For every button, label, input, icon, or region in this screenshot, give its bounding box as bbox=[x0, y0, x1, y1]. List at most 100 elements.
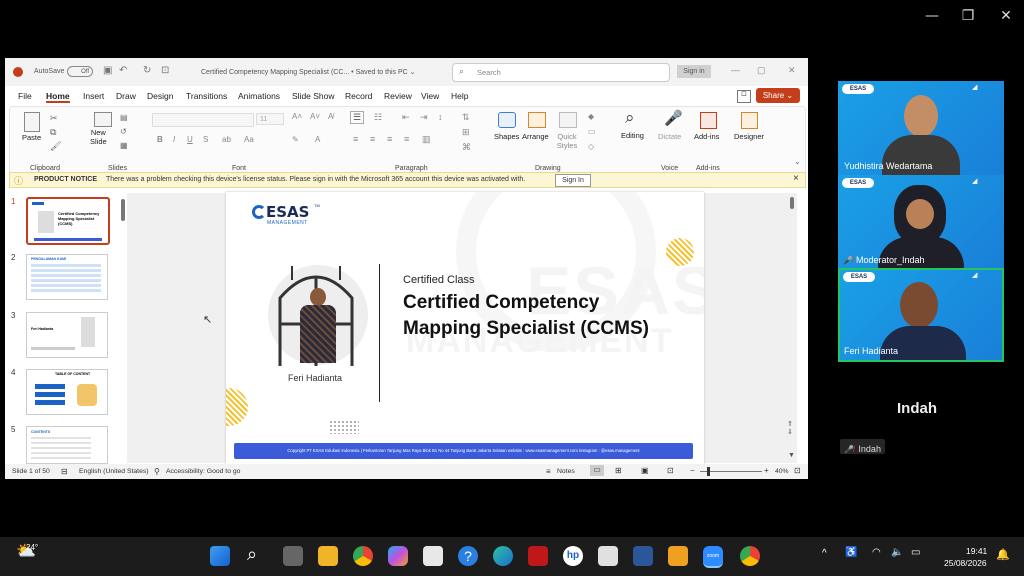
redo-icon[interactable]: ↻ bbox=[143, 65, 151, 76]
share-button[interactable]: Share ⌄ bbox=[756, 88, 800, 103]
hp-icon[interactable]: hp bbox=[563, 546, 583, 566]
bold-icon[interactable]: B bbox=[157, 135, 163, 144]
menu-draw[interactable]: Draw bbox=[116, 91, 136, 101]
accessibility-tray-icon[interactable]: ♿ bbox=[845, 547, 857, 558]
notice-signin-button[interactable]: Sign In bbox=[555, 174, 591, 187]
menu-insert[interactable]: Insert bbox=[83, 91, 104, 101]
quick-styles-icon[interactable] bbox=[559, 112, 577, 128]
underline-icon[interactable]: U bbox=[187, 135, 193, 144]
indent-icon[interactable]: ⇤ bbox=[402, 112, 410, 123]
zoom-slider-thumb[interactable] bbox=[707, 467, 710, 476]
chevron-up-icon[interactable]: ^ bbox=[822, 548, 827, 559]
shape-outline-icon[interactable]: ▭ bbox=[588, 127, 596, 136]
microphone-icon[interactable]: 🎤 bbox=[664, 109, 683, 127]
justify-icon[interactable]: ≡ bbox=[404, 134, 409, 144]
spelling-icon[interactable]: ⊟ bbox=[61, 467, 68, 476]
find-icon[interactable]: ⌕ bbox=[625, 108, 635, 128]
document-title[interactable]: Certified Competency Mapping Specialist … bbox=[201, 68, 416, 76]
addins-icon[interactable] bbox=[700, 112, 717, 129]
search-box[interactable]: ⌕ Search bbox=[452, 63, 670, 82]
help-icon[interactable]: ? bbox=[458, 546, 478, 566]
text-direction-icon[interactable]: ⇅ bbox=[462, 112, 470, 123]
zoom-level[interactable]: 40% bbox=[775, 468, 789, 475]
new-slide-label[interactable]: New Slide bbox=[90, 128, 107, 146]
scroll-down-icon[interactable]: ▼ bbox=[788, 452, 795, 459]
outdent-icon[interactable]: ⇥ bbox=[420, 112, 428, 123]
shrink-font-icon[interactable]: A˅ bbox=[310, 112, 320, 121]
menu-review[interactable]: Review bbox=[384, 91, 412, 101]
designer-icon[interactable] bbox=[741, 112, 758, 129]
clock-date[interactable]: 25/08/2026 bbox=[944, 558, 987, 568]
thumbs-scrollbar[interactable] bbox=[121, 199, 125, 221]
wifi-icon[interactable]: ◠ bbox=[872, 547, 881, 558]
edge-icon[interactable] bbox=[493, 546, 513, 566]
collapse-ribbon-icon[interactable]: ⌄ bbox=[794, 157, 801, 166]
editing-label[interactable]: Editing bbox=[621, 131, 644, 140]
align-text-icon[interactable]: ⊞ bbox=[462, 127, 470, 138]
italic-icon[interactable]: I bbox=[173, 135, 175, 144]
shape-effects-icon[interactable]: ◇ bbox=[588, 142, 594, 151]
close-button[interactable]: ✕ bbox=[996, 8, 1016, 24]
comments-icon[interactable]: ☐ bbox=[737, 90, 751, 103]
sorter-view-icon[interactable]: ⊞ bbox=[615, 466, 622, 475]
align-right-icon[interactable]: ≡ bbox=[387, 134, 392, 144]
notes-button[interactable]: Notes bbox=[557, 468, 575, 475]
smartart-icon[interactable]: ⌘ bbox=[462, 142, 471, 153]
weather-temp[interactable]: 24° bbox=[26, 543, 38, 552]
menu-animations[interactable]: Animations bbox=[238, 91, 280, 101]
reading-view-icon[interactable]: ▣ bbox=[641, 466, 649, 475]
accessibility-label[interactable]: Accessibility: Good to go bbox=[166, 468, 240, 475]
copy-icon[interactable]: ⧉ bbox=[50, 127, 56, 138]
bullets-icon[interactable]: ☰ bbox=[350, 111, 365, 124]
menu-home[interactable]: Home bbox=[46, 91, 70, 103]
line-spacing-icon[interactable]: ↕ bbox=[438, 112, 443, 122]
undo-icon[interactable]: ↶ bbox=[119, 65, 127, 76]
paste-label[interactable]: Paste bbox=[22, 133, 41, 142]
fit-slide-icon[interactable]: ⊡ bbox=[794, 466, 801, 475]
participant-tile-1[interactable]: ESAS ◢ Yudhistira Wedartama bbox=[838, 81, 1004, 175]
section-icon[interactable]: ▦ bbox=[120, 141, 128, 150]
media-icon[interactable] bbox=[668, 546, 688, 566]
arrange-icon[interactable] bbox=[528, 112, 546, 128]
font-name-select[interactable] bbox=[152, 113, 254, 127]
accessibility-icon[interactable]: ⚲ bbox=[154, 467, 160, 476]
zoom-icon[interactable]: zoom bbox=[703, 546, 723, 568]
search-icon[interactable]: ⌕ bbox=[247, 544, 257, 565]
zoom-out-icon[interactable]: − bbox=[690, 466, 695, 475]
copilot-icon[interactable] bbox=[388, 546, 408, 566]
paste-icon[interactable] bbox=[24, 112, 40, 132]
chrome-alt-icon[interactable] bbox=[740, 546, 760, 566]
reset-icon[interactable]: ↺ bbox=[120, 127, 127, 136]
dictate-label[interactable]: Dictate bbox=[658, 132, 681, 141]
menu-transitions[interactable]: Transitions bbox=[186, 91, 227, 101]
restore-icon[interactable]: ▢ bbox=[757, 65, 766, 76]
start-icon[interactable] bbox=[210, 546, 230, 566]
close-icon[interactable]: ✕ bbox=[788, 65, 796, 76]
signin-button[interactable]: Sign in bbox=[677, 65, 711, 78]
notes-icon[interactable]: ≡ bbox=[546, 467, 551, 476]
quick-styles-label[interactable]: Quick Styles bbox=[552, 132, 582, 150]
participant-tile-2[interactable]: ESAS ◢ 🎤̸ Moderator_Indah bbox=[838, 175, 1004, 269]
notification-icon[interactable]: 🔔 bbox=[996, 548, 1010, 561]
participant-tile-3[interactable]: ESAS ◢ Feri Hadianta bbox=[838, 268, 1004, 362]
present-icon[interactable]: ⊡ bbox=[161, 65, 169, 76]
align-center-icon[interactable]: ≡ bbox=[370, 134, 375, 144]
minimize-icon[interactable]: — bbox=[731, 65, 740, 75]
slide-thumbnail-2[interactable]: PENGALAMAN KAMI bbox=[26, 254, 108, 300]
addins-label[interactable]: Add-ins bbox=[694, 132, 719, 141]
minimize-button[interactable]: — bbox=[922, 8, 942, 24]
designer-label[interactable]: Designer bbox=[734, 132, 764, 141]
clear-format-icon[interactable]: A̸ bbox=[328, 112, 333, 121]
menu-design[interactable]: Design bbox=[147, 91, 173, 101]
slideshow-icon[interactable]: ⊡ bbox=[667, 466, 674, 475]
highlight-icon[interactable]: ✎ bbox=[292, 135, 299, 144]
menu-record[interactable]: Record bbox=[345, 91, 372, 101]
menu-file[interactable]: File bbox=[18, 91, 32, 101]
volume-muted-icon[interactable]: 🔈 bbox=[891, 547, 903, 558]
char-spacing-icon[interactable]: ab bbox=[222, 135, 231, 144]
slide-thumbnail-4[interactable]: TABLE OF CONTENT bbox=[26, 369, 108, 415]
file-explorer-icon[interactable] bbox=[318, 546, 338, 566]
slide-canvas[interactable]: ESAS MANAGEMENT ESAS TM MANAGEMENT Feri … bbox=[226, 192, 704, 464]
notice-close-icon[interactable]: × bbox=[793, 173, 799, 184]
restore-button[interactable]: ❐ bbox=[958, 8, 978, 24]
